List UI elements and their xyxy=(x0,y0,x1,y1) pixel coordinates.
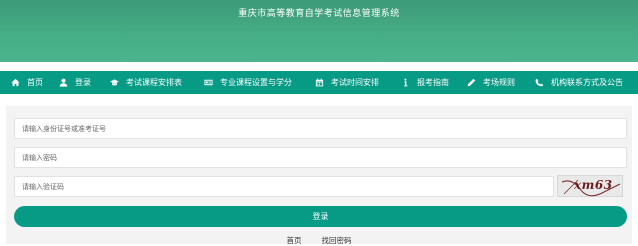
nav-item-exam-schedule[interactable]: 考试课程安排表 xyxy=(109,71,203,94)
nav-item-major-courses[interactable]: 专业课程设置与学分 xyxy=(203,71,314,94)
captcha-text: xm63 xyxy=(574,178,613,192)
nav-item-home[interactable]: 首页 xyxy=(10,71,58,94)
nav-item-contact[interactable]: 机构联系方式及公告 xyxy=(534,71,638,94)
phone-icon xyxy=(534,78,544,88)
nav-label: 登录 xyxy=(75,78,91,87)
info-icon xyxy=(400,78,410,88)
main-nav: 首页 登录 考试课程安排表 专业课程设置与学分 考试时间安排 报考指南 考场规则… xyxy=(0,71,638,94)
nav-item-guide[interactable]: 报考指南 xyxy=(400,71,466,94)
graduation-cap-icon xyxy=(109,78,119,88)
nav-label: 考场规则 xyxy=(483,78,515,87)
calendar-icon xyxy=(314,78,324,88)
footer-links: 首页 找回密码 xyxy=(0,235,638,246)
link-spacer xyxy=(302,235,322,246)
id-number-input[interactable] xyxy=(14,118,627,139)
id-card-icon xyxy=(203,78,213,88)
captcha-image[interactable]: xm63 xyxy=(557,175,623,197)
login-button[interactable]: 登录 xyxy=(14,206,627,227)
user-icon xyxy=(58,78,68,88)
recover-password-link[interactable]: 找回密码 xyxy=(322,235,352,246)
password-input[interactable] xyxy=(14,147,627,168)
nav-label: 考试时间安排 xyxy=(331,78,379,87)
captcha-input[interactable] xyxy=(14,176,554,197)
nav-label: 首页 xyxy=(27,78,43,87)
nav-label: 报考指南 xyxy=(417,78,449,87)
site-title: 重庆市高等教育自学考试信息管理系统 xyxy=(238,9,400,19)
header-banner: 重庆市高等教育自学考试信息管理系统 xyxy=(0,0,638,62)
nav-label: 机构联系方式及公告 xyxy=(551,78,623,87)
nav-label: 考试课程安排表 xyxy=(126,78,182,87)
pencil-icon xyxy=(466,78,476,88)
nav-item-exam-time[interactable]: 考试时间安排 xyxy=(314,71,400,94)
home-link[interactable]: 首页 xyxy=(287,235,302,246)
nav-item-login[interactable]: 登录 xyxy=(58,71,109,94)
nav-label: 专业课程设置与学分 xyxy=(220,78,292,87)
nav-item-exam-rules[interactable]: 考场规则 xyxy=(466,71,534,94)
home-icon xyxy=(10,78,20,88)
